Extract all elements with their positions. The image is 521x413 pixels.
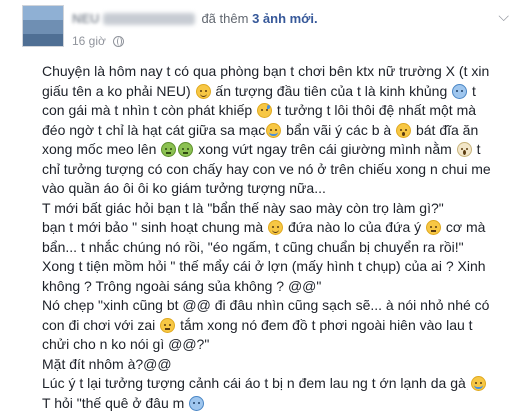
- post-paragraph: T mới bất giác hỏi bạn t là "bẩn thế này…: [42, 199, 502, 219]
- sweat-icon: [257, 103, 272, 118]
- post-paragraph: bạn t mới bảo " sinh hoạt chung mà đứa n…: [42, 218, 502, 257]
- author-name[interactable]: NEU: [72, 11, 99, 26]
- sick-icon: [178, 142, 193, 157]
- author-name-blurred: [103, 13, 195, 25]
- post-paragraph: T hỏi "thế quê ở đâu m: [42, 394, 502, 413]
- post-paragraph: Nó chẹp "xinh cũng bt @@ đi đâu nhìn cũn…: [42, 296, 502, 355]
- avatar[interactable]: [22, 5, 64, 47]
- pout-icon: [160, 318, 175, 333]
- pout-icon: [426, 220, 441, 235]
- cold-sweat-icon: [189, 396, 204, 411]
- globe-icon: [113, 36, 124, 47]
- post-paragraph: Chuyện là hôm nay t có qua phòng bạn t c…: [42, 62, 502, 199]
- smile-icon: [268, 220, 283, 235]
- post-paragraph: Xong t tiện mồm hỏi " thế mẩy cái ở lợn …: [42, 257, 502, 296]
- post-paragraph: Lúc ý t lại tưởng tượng cảnh cái áo t bị…: [42, 374, 502, 394]
- grin-icon: [196, 84, 211, 99]
- scream-icon: [457, 142, 472, 157]
- chevron-down-icon[interactable]: ⌵: [498, 8, 509, 25]
- new-photos-link[interactable]: 3 ảnh mới.: [252, 11, 318, 26]
- shocked-icon: [396, 123, 411, 138]
- post-timestamp[interactable]: 16 giờ: [72, 34, 106, 48]
- cold-sweat-icon: [452, 84, 467, 99]
- sick-icon: [161, 142, 176, 157]
- post-author-line: NEU đã thêm 3 ảnh mới.: [72, 10, 318, 26]
- post-header: NEU đã thêm 3 ảnh mới. 16 giờ ⌵: [0, 0, 521, 60]
- post-content: Chuyện là hôm nay t có qua phòng bạn t c…: [42, 62, 502, 413]
- post-paragraph: Mặt đít nhôm à?@@: [42, 355, 502, 375]
- post-meta: 16 giờ: [72, 34, 124, 48]
- crying-icon: [266, 123, 281, 138]
- crying-icon: [471, 376, 486, 391]
- post-action: đã thêm 3 ảnh mới.: [201, 11, 317, 26]
